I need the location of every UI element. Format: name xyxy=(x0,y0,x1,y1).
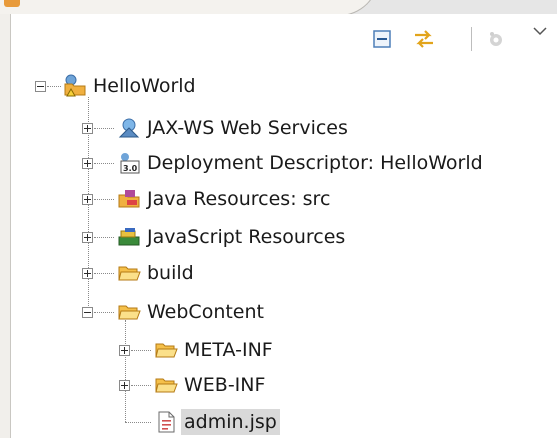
deployment-descriptor-icon: 3.0 xyxy=(117,151,141,175)
tree-item-javascript-resources[interactable]: JavaScript Resources xyxy=(117,221,345,253)
expand-toggle[interactable] xyxy=(82,158,93,169)
expand-toggle[interactable] xyxy=(119,380,130,391)
tree-item-admin-jsp[interactable]: admin.jsp xyxy=(154,406,280,438)
tree-item-label: Deployment Descriptor: HelloWorld xyxy=(147,152,483,174)
tree-line xyxy=(94,237,114,238)
folder-icon xyxy=(154,373,178,397)
tree-line xyxy=(47,86,61,87)
tree-item-meta-inf[interactable]: META-INF xyxy=(154,334,273,366)
tree-item-label: JavaScript Resources xyxy=(147,226,346,248)
project-explorer-tree: HelloWorld JAX-WS Web Services 3.0 Deplo… xyxy=(0,0,557,438)
tree-line xyxy=(94,312,114,313)
expand-toggle[interactable] xyxy=(82,123,93,134)
collapse-toggle[interactable] xyxy=(35,81,46,92)
folder-icon xyxy=(117,261,141,285)
tree-item-label: build xyxy=(147,262,194,284)
tree-item-label: WEB-INF xyxy=(184,374,266,396)
expand-toggle[interactable] xyxy=(82,194,93,205)
jsp-file-icon xyxy=(154,410,178,434)
folder-open-icon xyxy=(117,300,141,324)
tree-item-jax-ws[interactable]: JAX-WS Web Services xyxy=(117,112,348,144)
tree-item-label: META-INF xyxy=(184,339,273,361)
tree-item-helloworld[interactable]: HelloWorld xyxy=(63,70,196,102)
tree-item-label: HelloWorld xyxy=(93,75,196,97)
expand-toggle[interactable] xyxy=(82,232,93,243)
javascript-resources-icon xyxy=(117,225,141,249)
tree-line xyxy=(125,422,151,423)
tree-line xyxy=(94,163,114,164)
tree-line xyxy=(94,273,114,274)
collapse-toggle[interactable] xyxy=(82,307,93,318)
svg-text:3.0: 3.0 xyxy=(123,164,138,173)
tree-line xyxy=(125,320,126,422)
tree-item-java-resources[interactable]: Java Resources: src xyxy=(117,183,330,215)
tree-line xyxy=(131,350,151,351)
tree-line xyxy=(94,199,114,200)
tree-item-web-inf[interactable]: WEB-INF xyxy=(154,369,265,401)
tree-item-label: JAX-WS Web Services xyxy=(147,117,348,139)
tree-item-label: Java Resources: src xyxy=(147,188,331,210)
tree-item-deployment-descriptor[interactable]: 3.0 Deployment Descriptor: HelloWorld xyxy=(117,147,483,179)
java-resources-icon xyxy=(117,187,141,211)
tree-item-build[interactable]: build xyxy=(117,257,194,289)
tree-line xyxy=(131,385,151,386)
tree-item-webcontent[interactable]: WebContent xyxy=(117,296,264,328)
tree-line xyxy=(94,128,114,129)
folder-icon xyxy=(154,338,178,362)
expand-toggle[interactable] xyxy=(119,345,130,356)
web-services-icon xyxy=(117,116,141,140)
tree-item-label: WebContent xyxy=(147,301,264,323)
expand-toggle[interactable] xyxy=(82,268,93,279)
tree-item-label: admin.jsp xyxy=(181,409,280,435)
web-project-icon xyxy=(63,74,87,98)
